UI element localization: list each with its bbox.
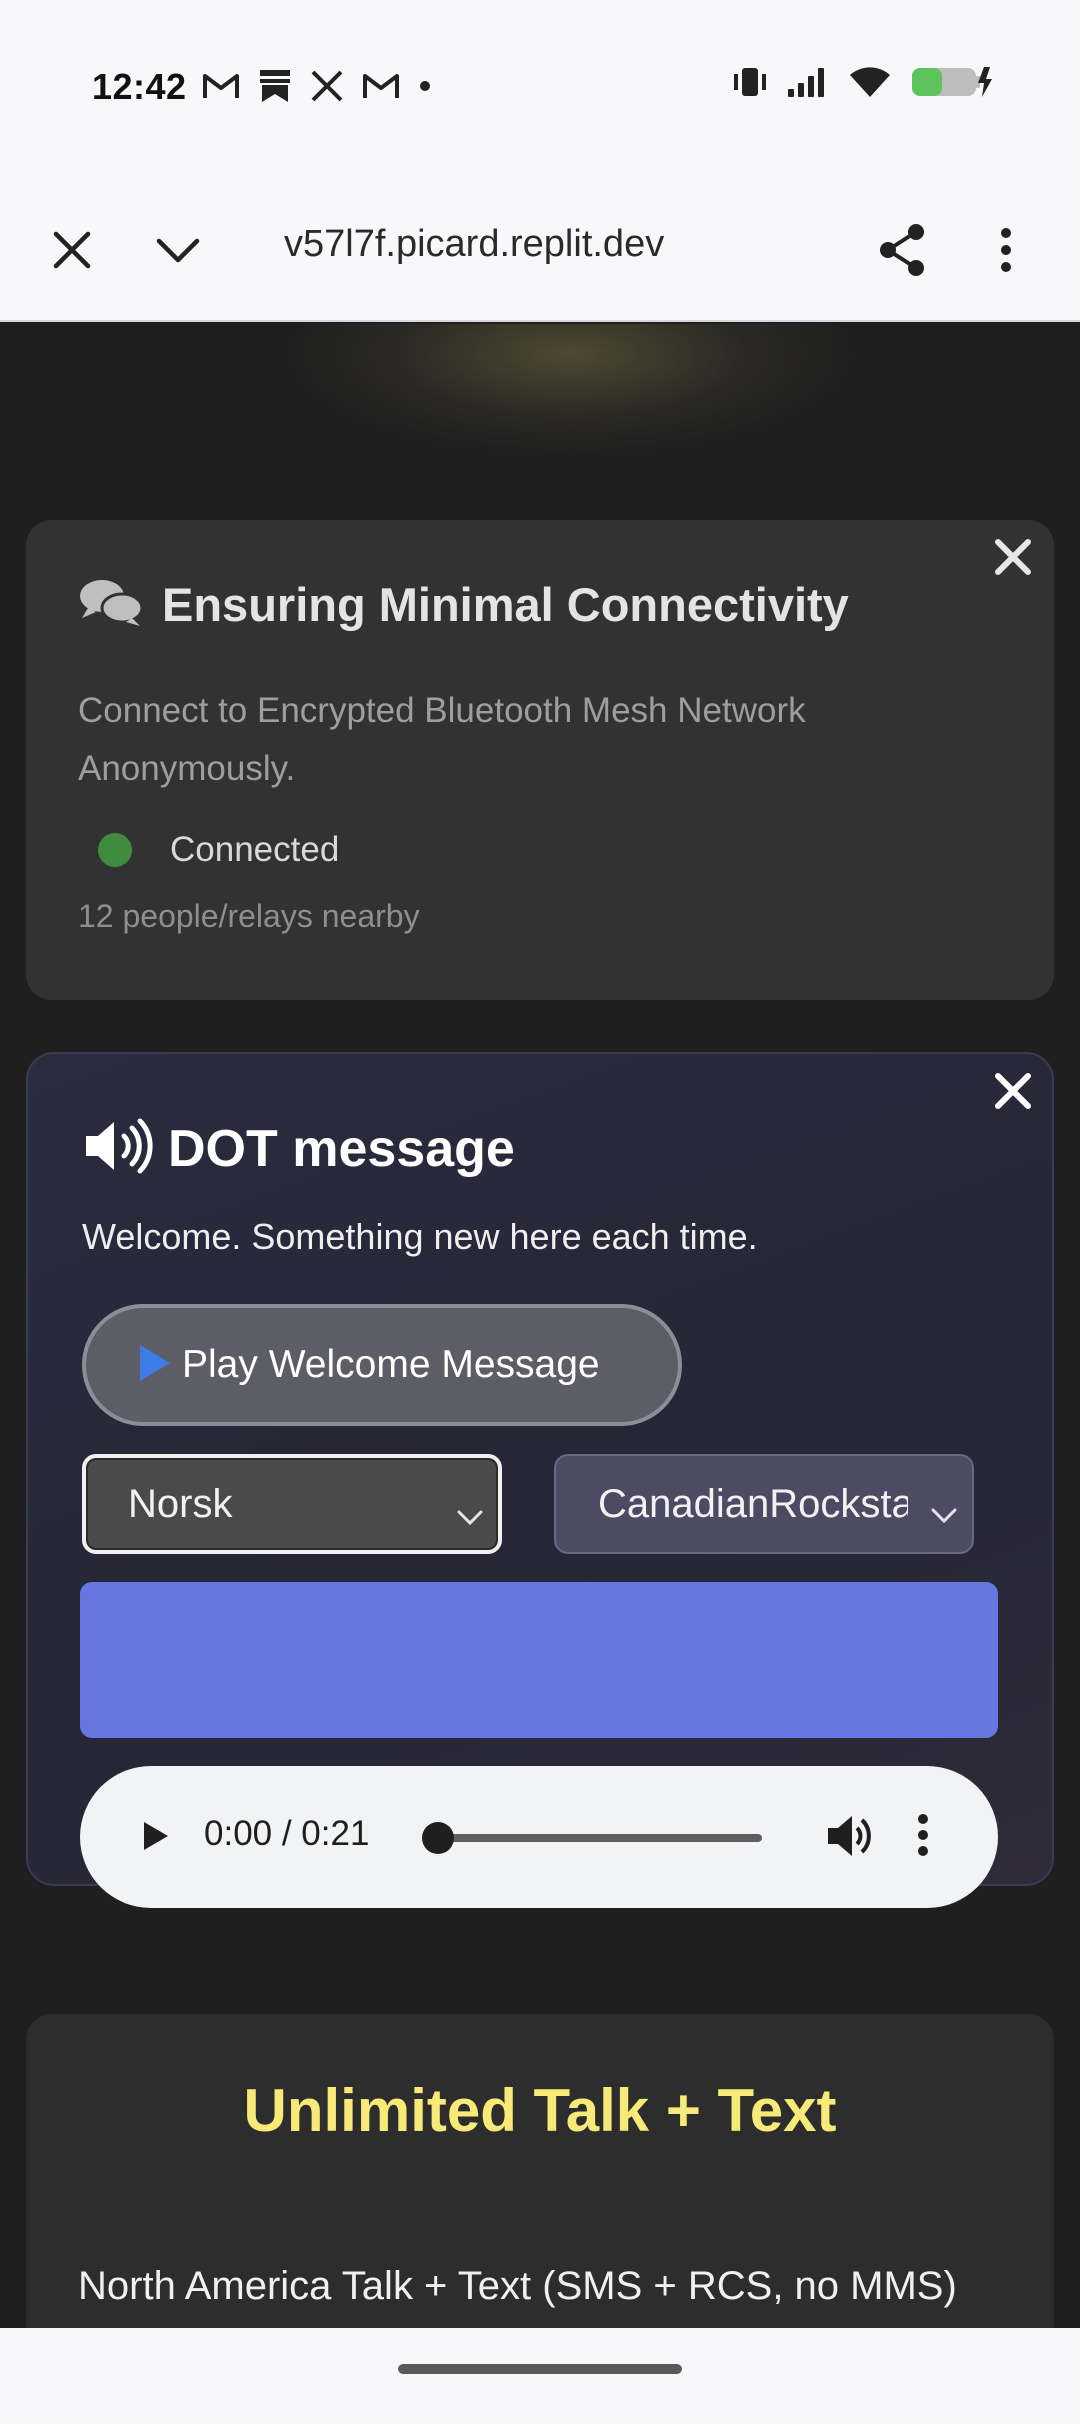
url-text[interactable]: v57l7f.picard.replit.dev bbox=[284, 223, 744, 266]
close-icon bbox=[990, 539, 1036, 584]
connectivity-card: Ensuring Minimal Connectivity Connect to… bbox=[26, 520, 1054, 1000]
wifi-icon bbox=[848, 65, 892, 99]
dot-title: DOT message bbox=[168, 1119, 515, 1178]
gesture-nav-bar bbox=[0, 2328, 1080, 2424]
more-vertical-icon bbox=[999, 227, 1013, 278]
notification-icons bbox=[202, 68, 432, 104]
speaker-icon bbox=[82, 1118, 154, 1179]
dot-title-row: DOT message bbox=[82, 1118, 515, 1179]
minimize-button[interactable] bbox=[146, 220, 210, 284]
status-bar: 12:42 bbox=[0, 0, 1080, 180]
gmail-icon bbox=[202, 71, 240, 101]
connection-status-row: Connected bbox=[98, 830, 339, 870]
volume-icon[interactable] bbox=[824, 1812, 874, 1865]
status-time: 12:42 bbox=[92, 66, 187, 107]
close-dot-message-button[interactable] bbox=[990, 1068, 1036, 1119]
voice-value: CanadianRockstar bbox=[598, 1481, 908, 1526]
audio-time: 0:00 / 0:21 bbox=[204, 1814, 370, 1853]
close-tab-button[interactable] bbox=[40, 220, 104, 284]
signal-icon bbox=[786, 65, 830, 99]
dot-description: Welcome. Something new here each time. bbox=[82, 1216, 758, 1257]
gmail-icon bbox=[362, 71, 400, 101]
play-triangle-icon bbox=[136, 1343, 172, 1388]
chevron-down-icon bbox=[155, 235, 201, 270]
chevron-down-icon bbox=[456, 1492, 484, 1537]
plan-card: Unlimited Talk + Text North America Talk… bbox=[26, 2014, 1054, 2328]
bookmark-icon bbox=[258, 68, 292, 104]
home-handle[interactable] bbox=[398, 2364, 682, 2374]
nearby-count: 12 people/relays nearby bbox=[78, 898, 420, 934]
close-icon bbox=[990, 1073, 1036, 1118]
audio-more-icon[interactable] bbox=[916, 1812, 930, 1863]
close-connectivity-button[interactable] bbox=[990, 534, 1036, 585]
status-dot-icon bbox=[98, 833, 132, 867]
message-display-panel bbox=[80, 1582, 998, 1738]
voice-select[interactable]: CanadianRockstar bbox=[554, 1454, 974, 1554]
browser-toolbar: v57l7f.picard.replit.dev bbox=[0, 180, 1080, 322]
vibrate-icon bbox=[732, 64, 768, 100]
connectivity-title-row: Ensuring Minimal Connectivity bbox=[78, 576, 849, 633]
more-options-button[interactable] bbox=[974, 220, 1038, 284]
connection-status: Connected bbox=[170, 830, 340, 869]
share-icon bbox=[876, 222, 928, 283]
audio-player[interactable]: 0:00 / 0:21 bbox=[80, 1766, 998, 1908]
dot-message-card: DOT message Welcome. Something new here … bbox=[26, 1052, 1054, 1886]
share-button[interactable] bbox=[870, 220, 934, 284]
plan-subtitle: North America Talk + Text (SMS + RCS, no… bbox=[78, 2264, 957, 2308]
chevron-down-icon bbox=[930, 1490, 958, 1535]
chat-bubbles-icon bbox=[78, 576, 144, 633]
web-page: Ensuring Minimal Connectivity Connect to… bbox=[0, 324, 1080, 2328]
audio-seek-track[interactable] bbox=[424, 1834, 762, 1842]
language-select[interactable]: Norsk bbox=[82, 1454, 502, 1554]
audio-seek-handle[interactable] bbox=[422, 1822, 454, 1854]
system-icons bbox=[732, 64, 992, 100]
header-glow bbox=[290, 324, 850, 454]
x-icon bbox=[310, 70, 344, 102]
language-value: Norsk bbox=[128, 1481, 233, 1526]
close-icon bbox=[52, 230, 92, 275]
dot-icon bbox=[418, 79, 432, 93]
audio-play-icon[interactable] bbox=[138, 1816, 172, 1861]
plan-title: Unlimited Talk + Text bbox=[243, 2077, 837, 2144]
play-welcome-label: Play Welcome Message bbox=[182, 1343, 600, 1386]
battery-charging-icon bbox=[910, 65, 992, 99]
connectivity-title: Ensuring Minimal Connectivity bbox=[162, 578, 849, 631]
connectivity-description: Connect to Encrypted Bluetooth Mesh Netw… bbox=[78, 691, 806, 788]
play-welcome-button[interactable]: Play Welcome Message bbox=[82, 1304, 682, 1426]
